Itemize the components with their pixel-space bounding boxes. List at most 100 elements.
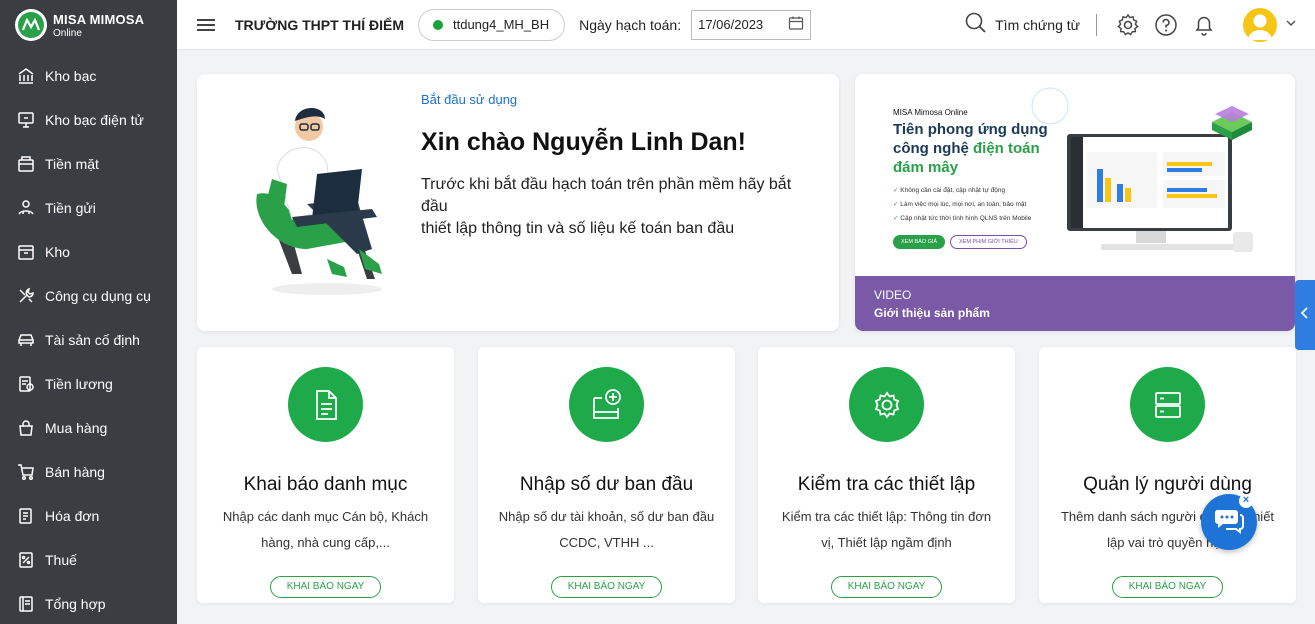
school-name: TRƯỜNG THPT THÍ ĐIỂM — [235, 16, 404, 33]
sidebar-item-label: Tiền mặt — [45, 156, 99, 172]
document-search[interactable]: Tìm chứng từ — [965, 12, 1080, 37]
calendar-icon[interactable] — [788, 15, 804, 34]
online-status-dot — [433, 19, 443, 30]
close-icon[interactable]: × — [1239, 494, 1253, 508]
settings-icon — [849, 367, 924, 442]
brand-name: MISA MIMOSA — [53, 11, 145, 27]
video-title: Giới thiệu sản phẩm — [874, 306, 990, 320]
ledger-icon — [17, 595, 35, 613]
cash-icon — [17, 155, 35, 173]
server-icon — [1130, 367, 1205, 442]
sidebar-item-mua-hang[interactable]: Mua hàng — [0, 406, 177, 450]
salary-icon — [17, 375, 35, 393]
sidebar-item-tien-luong[interactable]: Tiền lương — [0, 362, 177, 406]
add-balance-icon — [569, 367, 644, 442]
declare-now-button[interactable]: KHAI BÁO NGAY — [1111, 576, 1224, 598]
header-actions: Tìm chứng từ — [965, 7, 1315, 42]
search-icon — [965, 12, 995, 37]
sidebar-item-label: Kho bạc — [45, 68, 97, 84]
car-icon — [17, 331, 35, 349]
sidebar-item-kho-bac[interactable]: Kho bạc — [0, 54, 177, 98]
posting-date-value: 17/06/2023 — [698, 17, 764, 32]
card-title: Kiểm tra các thiết lập — [797, 474, 976, 495]
sidebar-item-thue[interactable]: Thuế — [0, 538, 177, 582]
sidebar-item-label: Mua hàng — [45, 420, 108, 436]
sidebar-nav: Kho bạc Kho bạc điện tử Tiền mặt Tiền gử… — [0, 54, 177, 624]
database-selector[interactable]: ttdung4_MH_BH — [418, 8, 566, 41]
sidebar-item-tien-gui[interactable]: Tiền gửi — [0, 186, 177, 230]
sidebar-item-tien-mat[interactable]: Tiền mặt — [0, 142, 177, 186]
video-label: VIDEO — [874, 288, 912, 302]
promo-bullet: Cập nhật tức thời tình hình QLNS trên Mo… — [893, 212, 1031, 226]
promo-bullets: Không cần cài đặt, cập nhật tự động Làm … — [893, 184, 1031, 226]
tools-icon — [17, 287, 35, 305]
welcome-card: Bắt đầu sử dụng Xin chào Nguyễn Linh Dan… — [197, 74, 839, 331]
sidebar-item-label: Tài sản cố định — [45, 332, 140, 348]
product-video-card[interactable]: MISA Mimosa Online Tiên phong ứng dụng c… — [855, 74, 1295, 331]
database-name: ttdung4_MH_BH — [453, 17, 550, 32]
setup-card-check-settings: Kiểm tra các thiết lập Kiểm tra các thiế… — [758, 347, 1015, 603]
sidebar-item-tong-hop[interactable]: Tổng hợp — [0, 582, 177, 624]
setup-card-catalog: Khai báo danh mục Nhập các danh mục Cán … — [197, 347, 454, 603]
sidebar-item-label: Kho — [45, 244, 70, 260]
card-title: Quản lý người dùng — [1083, 474, 1252, 495]
chevron-down-icon[interactable] — [1285, 16, 1297, 34]
bell-icon[interactable] — [1192, 13, 1216, 37]
bag-icon — [17, 419, 35, 437]
promo-bullet: Không cần cài đặt, cập nhật tự động — [893, 184, 1031, 198]
brand[interactable]: MISA MIMOSA Online — [0, 0, 177, 50]
sidebar-item-label: Thuế — [45, 552, 77, 568]
sidebar-item-hoa-don[interactable]: Hóa đơn — [0, 494, 177, 538]
document-icon — [288, 367, 363, 442]
sidebar-item-label: Kho bạc điện tử — [45, 112, 144, 128]
sidebar-item-tai-san-co-dinh[interactable]: Tài sản cố định — [0, 318, 177, 362]
monitor-icon — [17, 111, 35, 129]
sidebar-item-cong-cu-dung-cu[interactable]: Công cụ dụng cụ — [0, 274, 177, 318]
deposit-icon — [17, 199, 35, 217]
card-description: Nhập các danh mục Cán bộ, Khách hàng, nh… — [222, 509, 429, 550]
person-laptop-illustration — [247, 99, 397, 304]
card-description: Kiểm tra các thiết lập: Thông tin đơn vị… — [781, 509, 992, 550]
setup-card-opening-balance: Nhập số dư ban đầu Nhập số dư tài khoản,… — [478, 347, 735, 603]
card-title: Nhập số dư ban đầu — [519, 474, 694, 495]
chevron-left-icon — [1300, 306, 1310, 324]
search-label: Tìm chứng từ — [995, 16, 1080, 33]
declare-now-button[interactable]: KHAI BÁO NGAY — [269, 576, 382, 598]
sidebar-item-label: Tiền lương — [45, 376, 113, 392]
declare-now-button[interactable]: KHAI BÁO NGAY — [550, 576, 663, 598]
user-avatar[interactable] — [1243, 7, 1277, 42]
sidebar: MISA MIMOSA Online Kho bạc Kho bạc điện … — [0, 0, 177, 624]
sidebar-item-ban-hang[interactable]: Bán hàng — [0, 450, 177, 494]
invoice-icon — [17, 507, 35, 525]
tax-icon — [17, 551, 35, 569]
watch-intro-button[interactable]: XEM PHIM GIỚI THIỆU — [950, 235, 1027, 249]
sidebar-item-label: Tổng hợp — [45, 596, 106, 612]
gear-icon[interactable] — [1116, 13, 1140, 37]
promo-title: Tiên phong ứng dụng công nghệ điện toán … — [893, 120, 1063, 177]
collapse-panel-tab[interactable] — [1295, 280, 1315, 350]
bank-icon — [17, 67, 35, 85]
setup-card-user-management: Quản lý người dùng Thêm danh sách người … — [1039, 347, 1296, 603]
sidebar-item-kho[interactable]: Kho — [0, 230, 177, 274]
help-icon[interactable] — [1154, 13, 1178, 37]
promo-bullet: Làm việc mọi lúc, mọi nơi, an toàn, bảo … — [893, 198, 1031, 212]
sidebar-item-label: Tiền gửi — [45, 200, 96, 216]
declare-now-button[interactable]: KHAI BÁO NGAY — [830, 576, 943, 598]
misa-logo-icon — [15, 9, 47, 41]
sidebar-item-label: Bán hàng — [45, 464, 105, 480]
hamburger-menu-icon[interactable] — [197, 16, 215, 34]
chat-support-button[interactable]: × — [1201, 494, 1257, 550]
welcome-description: Trước khi bắt đầu hạch toán trên phần mề… — [421, 174, 821, 240]
sidebar-item-kho-bac-dien-tu[interactable]: Kho bạc điện tử — [0, 98, 177, 142]
view-pricing-button[interactable]: XEM BÁO GIÁ — [893, 235, 946, 249]
video-caption-band[interactable]: VIDEO Giới thiệu sản phẩm — [855, 276, 1295, 331]
chat-bubble-icon — [1213, 506, 1245, 539]
cart-icon — [17, 463, 35, 481]
posting-date-input[interactable]: 17/06/2023 — [691, 9, 812, 40]
sidebar-item-label: Hóa đơn — [45, 508, 100, 524]
card-description: Nhập số dư tài khoản, số dư ban đầu CCDC… — [498, 509, 715, 550]
sidebar-item-label: Công cụ dụng cụ — [45, 288, 151, 304]
welcome-line-2: thiết lập thông tin và số liệu kế toán b… — [421, 220, 735, 237]
top-header: TRƯỜNG THPT THÍ ĐIỂM ttdung4_MH_BH Ngày … — [177, 0, 1315, 50]
promo-brand: MISA Mimosa Online — [893, 108, 968, 117]
